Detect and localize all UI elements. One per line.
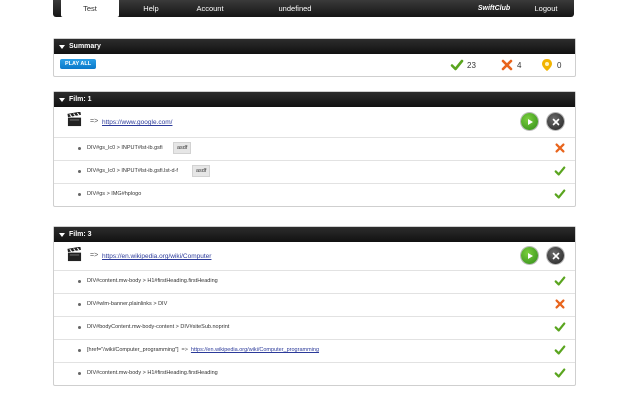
pending-count-label: 0	[557, 60, 562, 70]
cross-icon	[501, 59, 513, 71]
film-1-title: Film: 1	[69, 96, 92, 103]
collapse-caret-icon[interactable]	[59, 232, 65, 237]
bullet	[78, 170, 81, 173]
arrow-label: =>	[90, 118, 99, 125]
step-url-link[interactable]: https://en.wikipedia.org/wiki/Computer_p…	[191, 347, 319, 353]
close-icon	[552, 118, 559, 125]
step-selector: DIV#gs_lc0 > INPUT#lst-ib.gsfi	[87, 145, 163, 151]
top-nav: Test Help Account undefined SwiftClub Lo…	[53, 0, 574, 17]
summary-title: Summary	[69, 43, 101, 50]
step-value-chip: asdf	[192, 165, 211, 177]
stop-button[interactable]	[547, 247, 564, 264]
check-icon	[450, 59, 464, 71]
film-1-step: DIV#gs_lc0 > INPUT#lst-ib.gsfi.lst-d-f a…	[54, 161, 575, 184]
film-3-step: [href="/wiki/Computer_programming"] => htt…	[54, 340, 575, 363]
film-3-header[interactable]: Film: 3	[54, 227, 575, 242]
brand-logo[interactable]: SwiftClub	[472, 0, 516, 17]
tab-test[interactable]: Test	[61, 0, 119, 17]
film-3-url-link[interactable]: https://en.wikipedia.org/wiki/Computer	[102, 253, 211, 260]
summary-panel: Summary PLAY ALL 23 4 0	[53, 38, 576, 77]
failed-count-label: 4	[517, 60, 522, 70]
check-icon	[554, 166, 566, 176]
bullet	[78, 349, 81, 352]
play-all-button[interactable]: PLAY ALL	[60, 59, 97, 69]
film-1-url-row: => https://www.google.com/	[54, 107, 575, 138]
film-1-url-link[interactable]: https://www.google.com/	[102, 119, 172, 126]
step-selector: DIV#gs_lc0 > INPUT#lst-ib.gsfi.lst-d-f	[87, 168, 178, 174]
check-icon	[554, 276, 566, 286]
bullet	[78, 326, 81, 329]
check-icon	[554, 368, 566, 378]
step-selector: DIV#content.mw-body > H1#firstHeading.fi…	[87, 370, 218, 376]
bullet	[78, 303, 81, 306]
logout-link[interactable]: Logout	[522, 0, 570, 17]
warning-pin-icon	[542, 59, 552, 71]
film-panel-3: Film: 3 => https://en.wikipedia.org/wiki…	[53, 226, 576, 386]
step-selector: DIV#gs > IMG#hplogo	[87, 191, 142, 197]
step-selector-with-link: [href="/wiki/Computer_programming"] => htt…	[87, 347, 319, 353]
film-3-step: DIV#wlm-banner.plainlinks > DIV	[54, 294, 575, 317]
bullet	[78, 147, 81, 150]
film-1-step: DIV#gs > IMG#hplogo	[54, 184, 575, 206]
passed-count-label: 23	[467, 60, 476, 70]
check-icon	[554, 345, 566, 355]
bullet	[78, 193, 81, 196]
check-icon	[554, 189, 566, 199]
step-selector: DIV#wlm-banner.plainlinks > DIV	[87, 301, 168, 307]
failed-count: 4	[500, 58, 521, 72]
clapperboard-icon	[67, 112, 82, 127]
film-3-url-row: => https://en.wikipedia.org/wiki/Compute…	[54, 242, 575, 271]
step-selector: DIV#bodyContent.mw-body-content > DIV#si…	[87, 324, 230, 330]
play-button[interactable]	[521, 113, 538, 130]
clapperboard-icon	[67, 247, 82, 262]
tab-help[interactable]: Help	[127, 0, 175, 17]
check-icon	[554, 322, 566, 332]
step-value-chip: asdf	[173, 142, 192, 154]
bullet	[78, 280, 81, 283]
play-button[interactable]	[521, 247, 538, 264]
cross-icon	[555, 143, 565, 153]
step-selector: DIV#content.mw-body > H1#firstHeading.fi…	[87, 278, 218, 284]
film-panel-1: Film: 1 => https://www.google.com/ DIV#g…	[53, 91, 576, 207]
tab-undefined[interactable]: undefined	[265, 0, 325, 17]
collapse-caret-icon[interactable]	[59, 97, 65, 102]
play-icon	[527, 118, 533, 125]
arrow-label: =>	[181, 347, 188, 353]
collapse-caret-icon[interactable]	[59, 44, 65, 49]
stop-button[interactable]	[547, 113, 564, 130]
close-icon	[552, 252, 559, 259]
film-3-step: DIV#content.mw-body > H1#firstHeading.fi…	[54, 271, 575, 294]
bullet	[78, 372, 81, 375]
summary-header[interactable]: Summary	[54, 39, 575, 54]
pending-count: 0	[540, 58, 561, 72]
passed-count: 23	[450, 58, 476, 72]
film-3-step: DIV#content.mw-body > H1#firstHeading.fi…	[54, 363, 575, 385]
film-1-step: DIV#gs_lc0 > INPUT#lst-ib.gsfi asdf	[54, 138, 575, 161]
step-selector: [href="/wiki/Computer_programming"]	[87, 347, 179, 353]
film-3-title: Film: 3	[69, 231, 92, 238]
film-1-header[interactable]: Film: 1	[54, 92, 575, 107]
cross-icon	[555, 299, 565, 309]
film-3-step: DIV#bodyContent.mw-body-content > DIV#si…	[54, 317, 575, 340]
tab-account[interactable]: Account	[179, 0, 241, 17]
arrow-label: =>	[90, 252, 99, 259]
play-icon	[527, 252, 533, 259]
